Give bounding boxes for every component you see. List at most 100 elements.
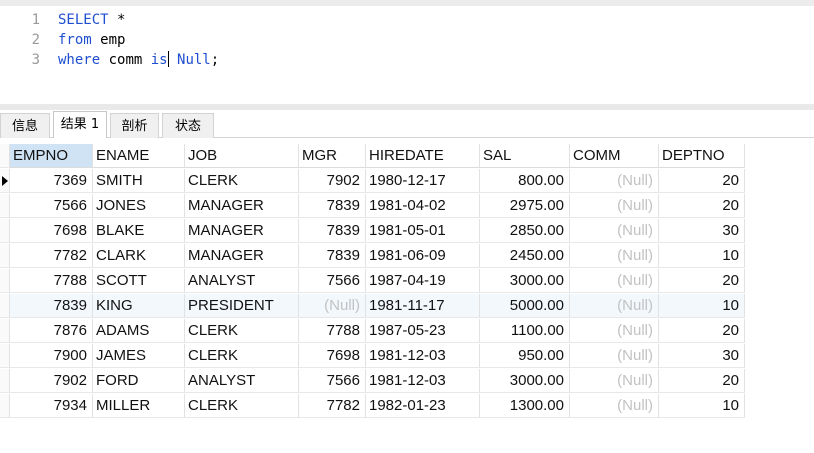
cell-job[interactable]: MANAGER bbox=[185, 194, 299, 218]
cell-deptno[interactable]: 10 bbox=[659, 294, 745, 318]
column-header-ename[interactable]: ENAME bbox=[93, 144, 185, 168]
cell-job[interactable]: CLERK bbox=[185, 169, 299, 193]
cell-mgr[interactable]: 7782 bbox=[299, 394, 366, 418]
cell-ename[interactable]: FORD bbox=[93, 369, 185, 393]
cell-mgr[interactable]: 7902 bbox=[299, 169, 366, 193]
column-header-comm[interactable]: COMM bbox=[570, 144, 659, 168]
cell-comm[interactable]: (Null) bbox=[570, 319, 659, 343]
column-header-empno[interactable]: EMPNO bbox=[10, 144, 93, 168]
cell-ename[interactable]: SCOTT bbox=[93, 269, 185, 293]
cell-comm[interactable]: (Null) bbox=[570, 219, 659, 243]
cell-empno[interactable]: 7566 bbox=[10, 194, 93, 218]
cell-comm[interactable]: (Null) bbox=[570, 169, 659, 193]
cell-job[interactable]: ANALYST bbox=[185, 269, 299, 293]
cell-empno[interactable]: 7788 bbox=[10, 269, 93, 293]
cell-sal[interactable]: 5000.00 bbox=[480, 294, 570, 318]
cell-deptno[interactable]: 30 bbox=[659, 344, 745, 368]
cell-job[interactable]: CLERK bbox=[185, 344, 299, 368]
row-indicator[interactable] bbox=[0, 169, 10, 193]
cell-ename[interactable]: KING bbox=[93, 294, 185, 318]
row-indicator[interactable] bbox=[0, 344, 10, 368]
cell-job[interactable]: MANAGER bbox=[185, 219, 299, 243]
cell-comm[interactable]: (Null) bbox=[570, 394, 659, 418]
cell-sal[interactable]: 1100.00 bbox=[480, 319, 570, 343]
cell-hiredate[interactable]: 1987-05-23 bbox=[366, 319, 480, 343]
tab-profile[interactable]: 剖析 bbox=[110, 113, 159, 138]
tab-status[interactable]: 状态 bbox=[162, 113, 214, 138]
cell-empno[interactable]: 7934 bbox=[10, 394, 93, 418]
tab-info[interactable]: 信息 bbox=[0, 113, 50, 138]
row-indicator[interactable] bbox=[0, 244, 10, 268]
cell-mgr[interactable]: 7839 bbox=[299, 219, 366, 243]
cell-hiredate[interactable]: 1981-04-02 bbox=[366, 194, 480, 218]
cell-deptno[interactable]: 20 bbox=[659, 369, 745, 393]
column-header-mgr[interactable]: MGR bbox=[299, 144, 366, 168]
cell-comm[interactable]: (Null) bbox=[570, 369, 659, 393]
cell-deptno[interactable]: 20 bbox=[659, 169, 745, 193]
cell-empno[interactable]: 7876 bbox=[10, 319, 93, 343]
column-header-job[interactable]: JOB bbox=[185, 144, 299, 168]
cell-sal[interactable]: 3000.00 bbox=[480, 369, 570, 393]
row-indicator[interactable] bbox=[0, 319, 10, 343]
code-text[interactable]: from emp bbox=[58, 30, 125, 50]
cell-job[interactable]: ANALYST bbox=[185, 369, 299, 393]
cell-mgr[interactable]: 7566 bbox=[299, 269, 366, 293]
cell-sal[interactable]: 3000.00 bbox=[480, 269, 570, 293]
cell-deptno[interactable]: 30 bbox=[659, 219, 745, 243]
cell-mgr[interactable]: 7839 bbox=[299, 244, 366, 268]
cell-hiredate[interactable]: 1981-06-09 bbox=[366, 244, 480, 268]
row-indicator[interactable] bbox=[0, 219, 10, 243]
cell-sal[interactable]: 2450.00 bbox=[480, 244, 570, 268]
row-indicator[interactable] bbox=[0, 294, 10, 318]
cell-deptno[interactable]: 20 bbox=[659, 269, 745, 293]
code-line[interactable]: 2 from emp bbox=[0, 30, 814, 50]
cell-comm[interactable]: (Null) bbox=[570, 294, 659, 318]
cell-job[interactable]: CLERK bbox=[185, 394, 299, 418]
cell-mgr[interactable]: (Null) bbox=[299, 294, 366, 318]
cell-hiredate[interactable]: 1980-12-17 bbox=[366, 169, 480, 193]
cell-ename[interactable]: MILLER bbox=[93, 394, 185, 418]
row-indicator[interactable] bbox=[0, 269, 10, 293]
column-header-hiredate[interactable]: HIREDATE bbox=[366, 144, 480, 168]
cell-mgr[interactable]: 7566 bbox=[299, 369, 366, 393]
row-indicator[interactable] bbox=[0, 194, 10, 218]
cell-ename[interactable]: JAMES bbox=[93, 344, 185, 368]
cell-sal[interactable]: 2975.00 bbox=[480, 194, 570, 218]
cell-ename[interactable]: BLAKE bbox=[93, 219, 185, 243]
cell-empno[interactable]: 7900 bbox=[10, 344, 93, 368]
column-header-sal[interactable]: SAL bbox=[480, 144, 570, 168]
cell-mgr[interactable]: 7839 bbox=[299, 194, 366, 218]
cell-deptno[interactable]: 20 bbox=[659, 319, 745, 343]
cell-mgr[interactable]: 7788 bbox=[299, 319, 366, 343]
cell-job[interactable]: PRESIDENT bbox=[185, 294, 299, 318]
code-text[interactable]: where comm is Null; bbox=[58, 50, 219, 70]
cell-mgr[interactable]: 7698 bbox=[299, 344, 366, 368]
cell-comm[interactable]: (Null) bbox=[570, 344, 659, 368]
code-text[interactable]: SELECT * bbox=[58, 10, 125, 30]
column-header-deptno[interactable]: DEPTNO bbox=[659, 144, 745, 168]
cell-hiredate[interactable]: 1981-12-03 bbox=[366, 344, 480, 368]
code-line[interactable]: 3 where comm is Null; bbox=[0, 50, 814, 70]
cell-empno[interactable]: 7782 bbox=[10, 244, 93, 268]
cell-job[interactable]: CLERK bbox=[185, 319, 299, 343]
cell-sal[interactable]: 1300.00 bbox=[480, 394, 570, 418]
cell-deptno[interactable]: 10 bbox=[659, 394, 745, 418]
cell-empno[interactable]: 7839 bbox=[10, 294, 93, 318]
row-indicator[interactable] bbox=[0, 394, 10, 418]
tab-result-1[interactable]: 结果 1 bbox=[53, 111, 107, 138]
cell-hiredate[interactable]: 1982-01-23 bbox=[366, 394, 480, 418]
cell-ename[interactable]: CLARK bbox=[93, 244, 185, 268]
cell-comm[interactable]: (Null) bbox=[570, 244, 659, 268]
cell-hiredate[interactable]: 1987-04-19 bbox=[366, 269, 480, 293]
cell-empno[interactable]: 7369 bbox=[10, 169, 93, 193]
cell-deptno[interactable]: 20 bbox=[659, 194, 745, 218]
cell-ename[interactable]: JONES bbox=[93, 194, 185, 218]
cell-job[interactable]: MANAGER bbox=[185, 244, 299, 268]
sql-editor[interactable]: 1 SELECT * 2 from emp 3 where comm is Null; bbox=[0, 0, 814, 104]
cell-hiredate[interactable]: 1981-11-17 bbox=[366, 294, 480, 318]
row-indicator[interactable] bbox=[0, 369, 10, 393]
cell-ename[interactable]: SMITH bbox=[93, 169, 185, 193]
cell-sal[interactable]: 950.00 bbox=[480, 344, 570, 368]
cell-empno[interactable]: 7902 bbox=[10, 369, 93, 393]
cell-hiredate[interactable]: 1981-05-01 bbox=[366, 219, 480, 243]
